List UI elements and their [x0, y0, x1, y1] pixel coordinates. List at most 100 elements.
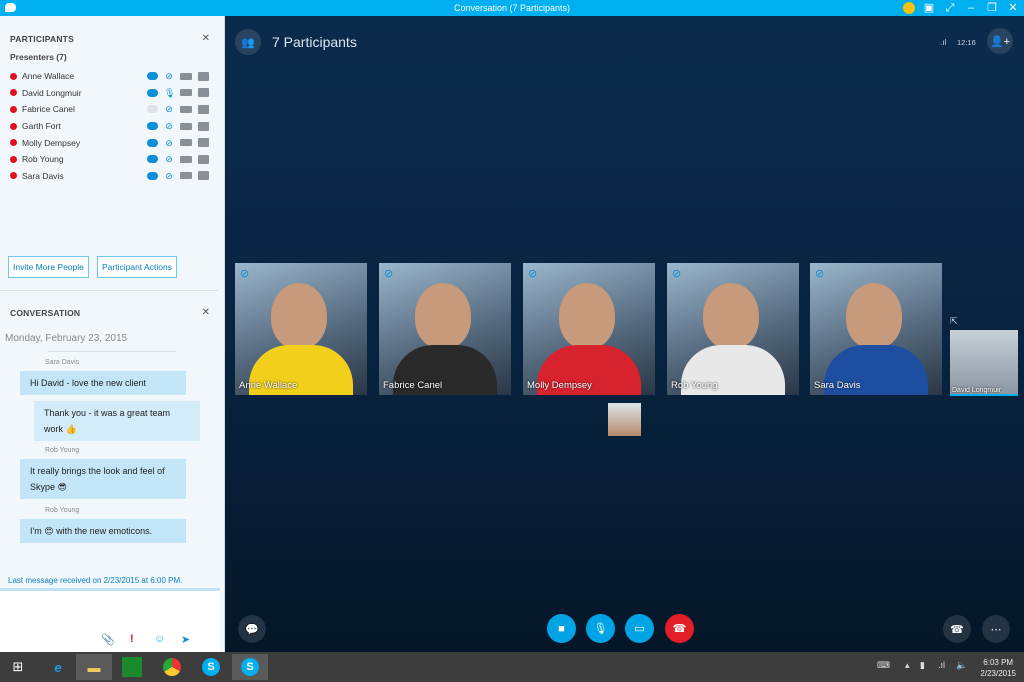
screen-share-icon[interactable]	[198, 138, 209, 148]
add-participant-button[interactable]: 👤+	[987, 28, 1013, 54]
close-participants-icon[interactable]: ✕	[202, 33, 210, 44]
signal-strength-icon: .ıl	[940, 38, 947, 47]
minimize-button[interactable]: –	[964, 1, 978, 15]
tile-name: Molly Dempsey	[527, 380, 592, 391]
file-explorer-icon[interactable]: ▬	[76, 654, 112, 680]
close-conversation-icon[interactable]: ✕	[202, 307, 210, 318]
emoticon-icon[interactable]	[903, 2, 915, 14]
close-button[interactable]: ✕	[1006, 1, 1020, 15]
video-icon[interactable]	[180, 105, 192, 113]
im-icon[interactable]	[147, 155, 158, 164]
screen-share-icon[interactable]	[198, 71, 209, 81]
participant-name: Anne Wallace	[22, 71, 75, 82]
pop-out-icon[interactable]: ⇱	[950, 316, 958, 327]
start-button[interactable]: ⊞	[0, 654, 36, 680]
mic-muted-icon[interactable]: ⊘	[164, 138, 174, 148]
video-icon[interactable]	[180, 122, 192, 130]
restore-button[interactable]: ❐	[985, 1, 999, 15]
participant-row[interactable]: Sara Davis ⊘	[10, 168, 215, 185]
send-icon[interactable]: ➤	[181, 633, 190, 646]
screen-share-icon[interactable]	[198, 171, 209, 181]
important-icon[interactable]: !	[130, 633, 134, 645]
show-hidden-icons[interactable]: ▴	[905, 660, 910, 671]
video-tile[interactable]: ⊘ Molly Dempsey	[523, 263, 655, 395]
network-icon[interactable]: .ıl	[938, 660, 945, 670]
mic-muted-icon[interactable]: ⊘	[164, 154, 174, 164]
video-tile[interactable]: ⊘ Sara Davis	[810, 263, 942, 395]
in-love-emoji-icon: 😍	[44, 526, 54, 536]
skype-icon[interactable]: S	[193, 654, 229, 680]
im-icon[interactable]	[147, 122, 158, 131]
presence-indicator	[10, 72, 17, 80]
im-icon[interactable]	[147, 105, 158, 114]
side-panel: PARTICIPANTS ✕ Presenters (7) Anne Walla…	[0, 16, 225, 652]
im-icon[interactable]	[147, 72, 158, 81]
mic-muted-icon[interactable]: ⊘	[164, 104, 174, 114]
conversation-date: Monday, February 23, 2015	[5, 333, 128, 344]
self-view-thumbnail[interactable]	[608, 403, 641, 436]
participant-row[interactable]: David Longmuir 🎙	[10, 85, 215, 102]
share-screen-button[interactable]: ▭	[625, 614, 654, 643]
participant-row[interactable]: Fabrice Canel ⊘	[10, 101, 215, 118]
fullscreen-icon[interactable]: ⤢	[943, 1, 957, 15]
video-icon[interactable]	[180, 89, 192, 97]
mic-muted-icon[interactable]: ⊘	[164, 171, 174, 181]
invite-more-people-button[interactable]: Invite More People	[8, 256, 89, 278]
window-title: Conversation (7 Participants)	[453, 3, 571, 13]
video-icon[interactable]	[180, 139, 192, 147]
participant-row[interactable]: Rob Young ⊘	[10, 151, 215, 168]
video-tile[interactable]: ⊘ Rob Young	[667, 263, 799, 395]
battery-icon[interactable]: ▮	[920, 660, 925, 671]
screen-share-icon[interactable]	[198, 104, 209, 114]
presence-indicator	[10, 122, 17, 130]
video-icon[interactable]	[180, 155, 192, 163]
participant-count-title: 7 Participants	[272, 34, 357, 50]
participant-name: Fabrice Canel	[22, 104, 75, 115]
video-tile[interactable]: ⊘ Fabrice Canel	[379, 263, 511, 395]
layout-icon[interactable]: ▣	[922, 1, 936, 15]
mic-speaking-icon[interactable]: 🎙	[164, 88, 175, 98]
active-speaker-tile[interactable]: David Longmuir	[950, 330, 1018, 396]
presence-indicator	[10, 139, 17, 147]
mic-muted-icon[interactable]: ⊘	[164, 121, 174, 131]
im-icon[interactable]	[147, 138, 158, 147]
message-sender: Rob Young	[45, 507, 80, 514]
clock-date: 2/23/2015	[980, 669, 1016, 678]
skype-for-business-icon[interactable]: S	[232, 654, 268, 680]
microphone-button[interactable]: 🎙	[586, 614, 615, 643]
call-controls-button[interactable]: ☎	[943, 615, 971, 643]
mic-muted-icon[interactable]: ⊘	[164, 71, 174, 81]
video-tile[interactable]: ⊘ Anne Wallace	[235, 263, 367, 395]
participants-icon[interactable]: 👥	[235, 29, 261, 55]
participant-name: Molly Dempsey	[22, 137, 81, 148]
participant-row[interactable]: Anne Wallace ⊘	[10, 68, 215, 85]
taskbar: ⊞ e ▬ S S ⌨ ▴ ▮ .ıl 🔈 6:03 PM 2/23/2015	[0, 652, 1024, 682]
screen-share-icon[interactable]	[198, 88, 209, 98]
keyboard-icon[interactable]: ⌨	[877, 660, 890, 671]
store-icon[interactable]	[114, 654, 150, 680]
participant-actions-button[interactable]: Participant Actions	[97, 256, 177, 278]
volume-icon[interactable]: 🔈	[956, 660, 967, 671]
system-clock[interactable]: 6:03 PM 2/23/2015	[980, 657, 1016, 679]
end-call-button[interactable]: ☎	[665, 614, 694, 643]
show-conversation-button[interactable]: 💬	[238, 615, 266, 643]
video-button[interactable]: ■	[547, 614, 576, 643]
screen-share-icon[interactable]	[198, 154, 209, 164]
screen-share-icon[interactable]	[198, 121, 209, 131]
message-bubble: I'm 😍 with the new emoticons.	[20, 519, 186, 543]
presenters-group-label: Presenters (7)	[10, 52, 67, 62]
attach-icon[interactable]: 📎	[101, 633, 115, 646]
mic-muted-icon: ⊘	[528, 268, 538, 280]
emoticon-picker-icon[interactable]: ☺	[154, 633, 165, 645]
participant-row[interactable]: Garth Fort ⊘	[10, 118, 215, 135]
tile-name: Sara Davis	[814, 380, 861, 391]
video-icon[interactable]	[180, 72, 192, 80]
internet-explorer-icon[interactable]: e	[40, 654, 76, 680]
chrome-icon[interactable]	[154, 654, 190, 680]
participant-row[interactable]: Molly Dempsey ⊘	[10, 134, 215, 151]
im-icon[interactable]	[147, 171, 158, 180]
participant-video	[703, 283, 759, 349]
more-options-button[interactable]: ⋯	[982, 615, 1010, 643]
video-icon[interactable]	[180, 172, 192, 180]
im-icon[interactable]	[147, 88, 158, 97]
